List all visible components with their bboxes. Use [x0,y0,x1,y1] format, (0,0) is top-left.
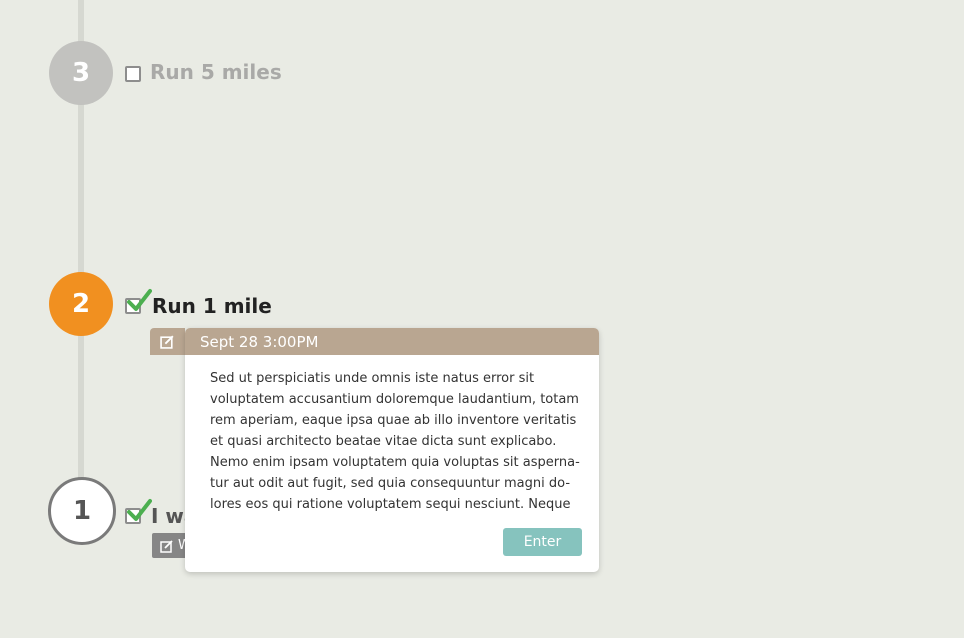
task-2-note-tab[interactable] [150,328,185,355]
task-3-checkbox[interactable] [125,66,141,82]
edit-icon [160,539,173,553]
note-body-text: Sed ut perspiciatis unde omnis iste natu… [210,371,580,512]
step-3-circle[interactable]: 3 [49,41,113,105]
step-2-circle[interactable]: 2 [49,272,113,336]
task-2-label: Run 1 mile [152,294,272,318]
step-1-circle[interactable]: 1 [48,477,116,545]
checkmark-icon [127,499,152,521]
edit-icon [160,335,174,349]
enter-button[interactable]: Enter [503,528,582,556]
note-popup: Sept 28 3:00PM Sed ut perspiciatis unde … [185,328,599,572]
task-3-label: Run 5 miles [150,60,282,84]
checkmark-icon [127,289,152,311]
note-date-header: Sept 28 3:00PM [185,328,599,355]
